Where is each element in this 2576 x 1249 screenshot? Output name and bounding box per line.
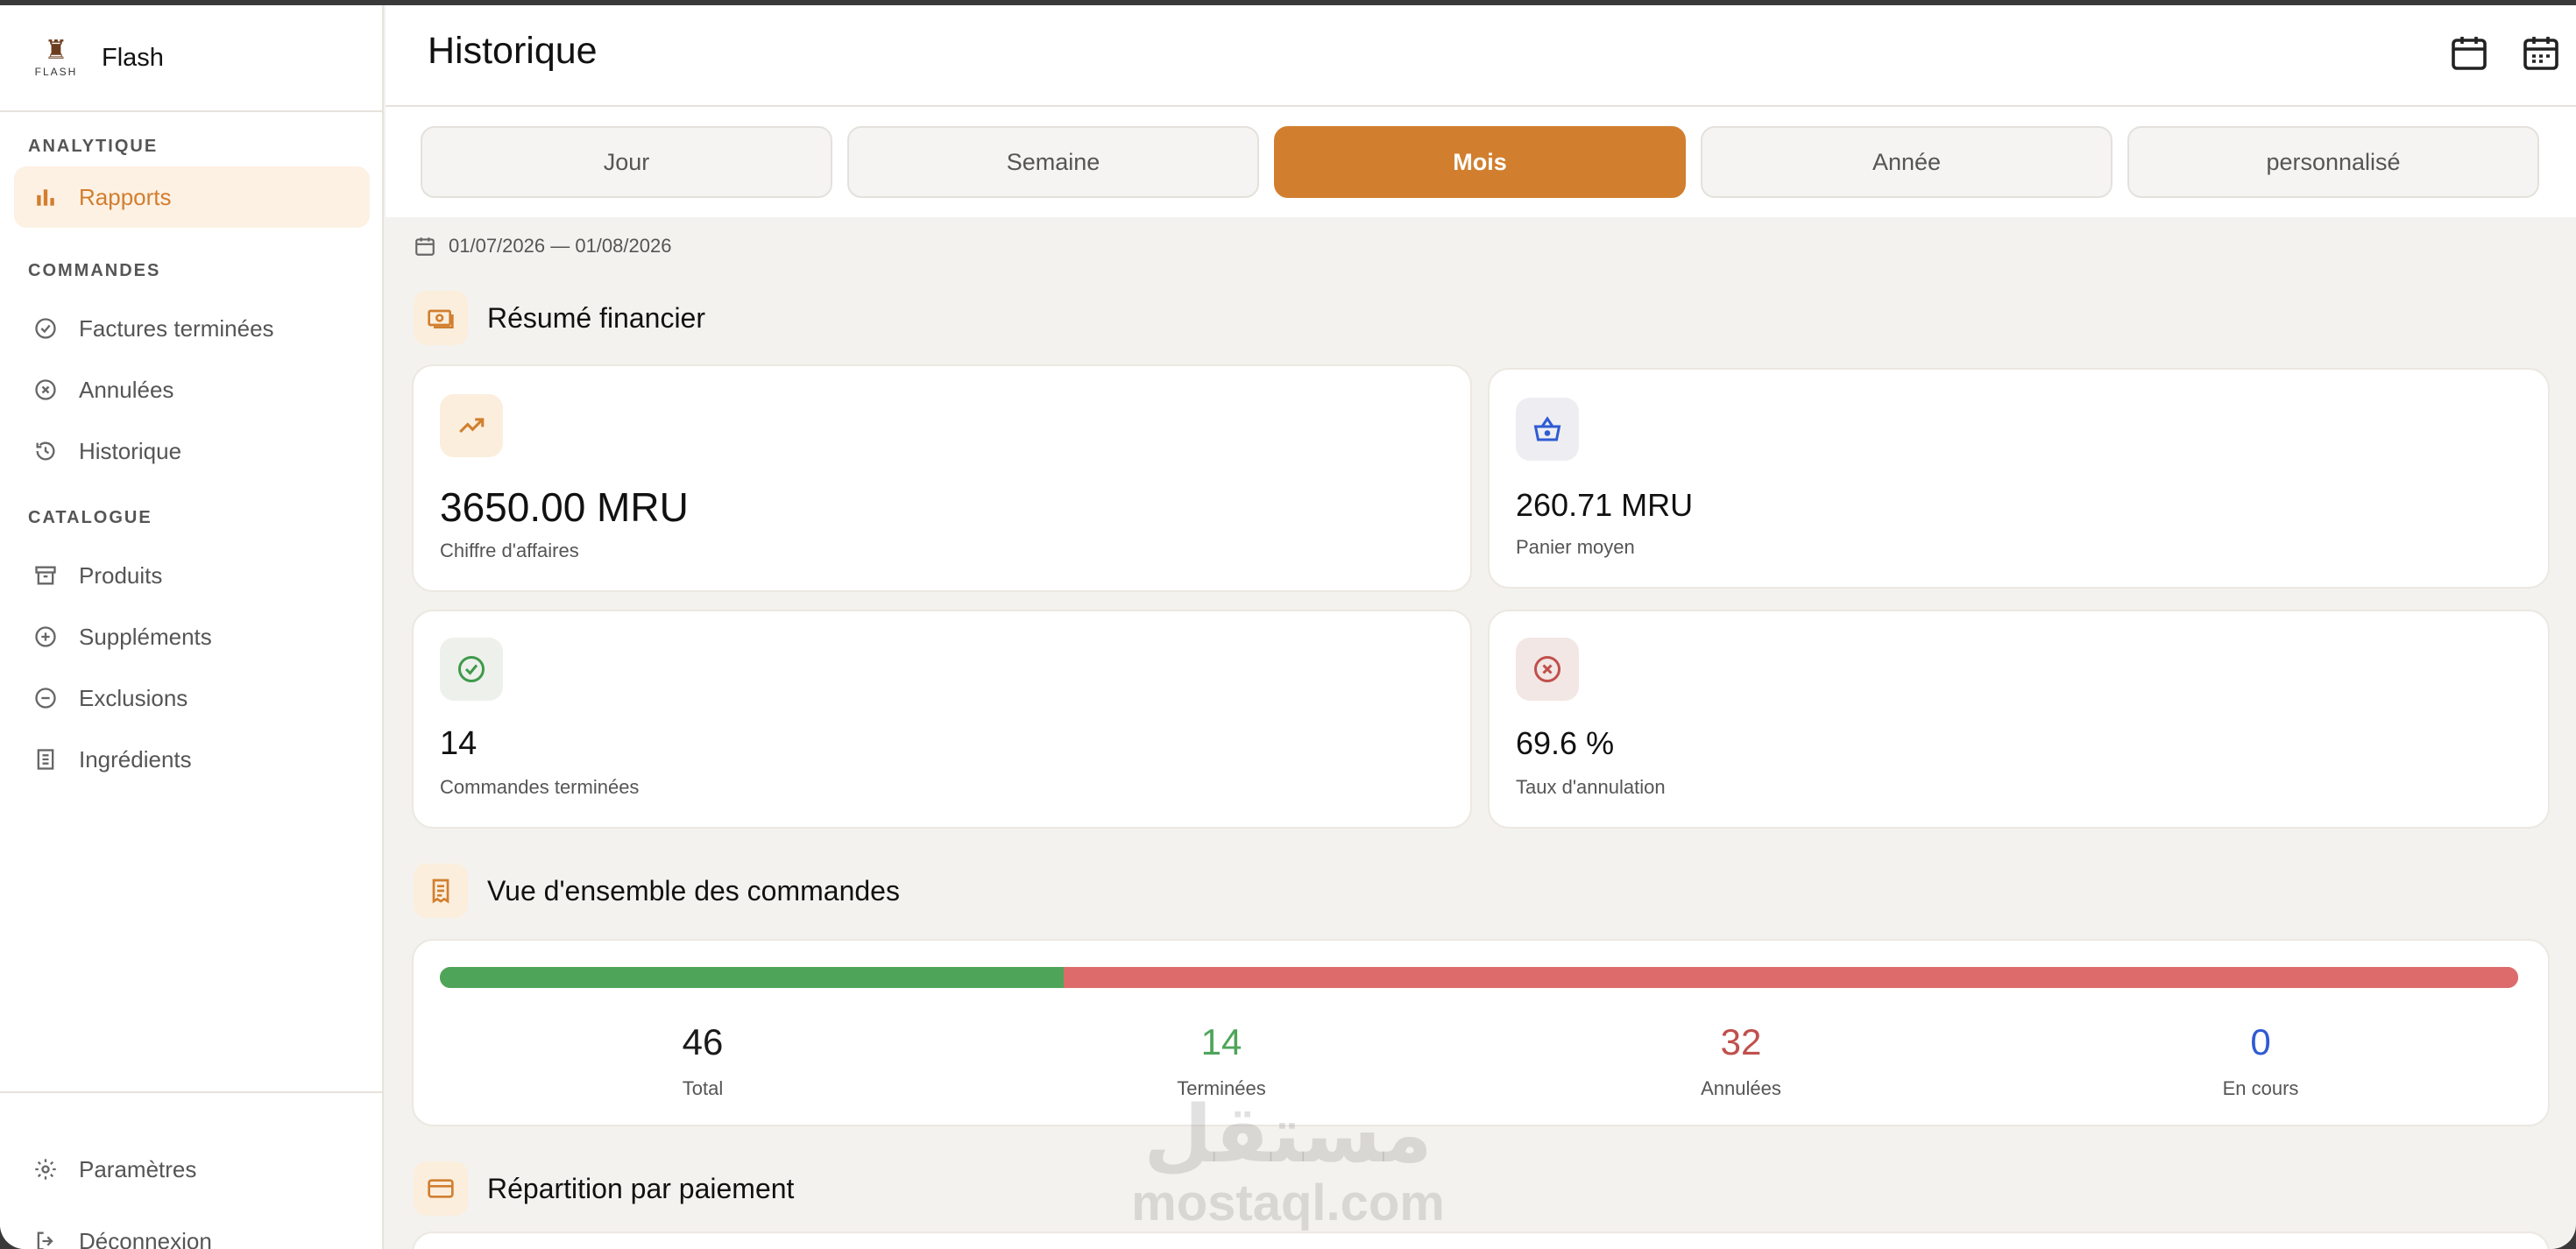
stat-annulees: 32 Annulées — [1610, 1021, 1872, 1100]
stat-value: 46 — [682, 1021, 724, 1062]
calendar-range-icon[interactable] — [2520, 32, 2562, 74]
sidebar: ♜ FLASH Flash ANALYTIQUE Rapports COMMAN… — [0, 5, 384, 1249]
tab-personnalise[interactable]: personnalisé — [2127, 126, 2539, 198]
stat-terminees: 14 Terminées — [1090, 1021, 1353, 1100]
average-basket-card: 260.71 MRU Panier moyen — [1488, 368, 2550, 589]
sidebar-item-label: Exclusions — [79, 684, 188, 711]
sidebar-item-label: Annulées — [79, 376, 174, 403]
average-basket-value: 260.71 MRU — [1516, 487, 1694, 523]
completed-orders-value: 14 — [440, 725, 478, 762]
orders-progress-bar — [440, 967, 2518, 988]
trending-up-icon — [440, 394, 503, 457]
money-icon — [414, 291, 468, 345]
check-circle-icon — [32, 314, 60, 342]
stat-value: 14 — [1200, 1021, 1242, 1062]
sidebar-item-ingredients[interactable]: Ingrédients — [14, 729, 370, 790]
sidebar-item-supplements[interactable]: Suppléments — [14, 606, 370, 667]
sidebar-item-label: Paramètres — [79, 1155, 197, 1182]
history-icon — [32, 437, 60, 465]
sidebar-item-exclusions[interactable]: Exclusions — [14, 667, 370, 729]
logo-text: FLASH — [34, 66, 78, 78]
cancellation-rate-value: 69.6 % — [1516, 725, 1615, 761]
archive-icon — [32, 561, 60, 589]
sidebar-item-label: Déconnexion — [79, 1227, 212, 1249]
sidebar-item-label: Factures terminées — [79, 314, 274, 342]
revenue-label: Chiffre d'affaires — [440, 540, 579, 561]
section-title-analytique: ANALYTIQUE — [28, 137, 159, 156]
x-circle-icon — [32, 376, 60, 404]
stat-label: En cours — [2222, 1077, 2299, 1099]
plus-circle-icon — [32, 623, 60, 651]
cancellation-rate-label: Taux d'annulation — [1516, 776, 1666, 798]
logout-icon — [32, 1227, 60, 1249]
basket-icon — [1516, 398, 1579, 461]
revenue-card: 3650.00 MRU Chiffre d'affaires — [412, 364, 1472, 592]
brand[interactable]: ♜ FLASH Flash — [0, 5, 382, 112]
bar-chart-icon — [32, 183, 60, 211]
section-title-commandes: COMMANDES — [28, 261, 161, 280]
sidebar-footer: Paramètres Déconnexion — [0, 1091, 384, 1249]
completed-orders-card: 14 Commandes terminées — [412, 610, 1472, 829]
sidebar-item-annulees[interactable]: Annulées — [14, 359, 370, 420]
sidebar-item-label: Suppléments — [79, 623, 212, 650]
period-tabs: Jour Semaine Mois Année personnalisé — [386, 107, 2576, 217]
stat-value: 0 — [2250, 1021, 2271, 1062]
page-title: Historique — [428, 30, 598, 72]
average-basket-label: Panier moyen — [1516, 536, 1635, 558]
tab-annee[interactable]: Année — [1701, 126, 2112, 198]
sidebar-item-parametres[interactable]: Paramètres — [14, 1139, 370, 1200]
app-name: Flash — [102, 43, 164, 72]
app-window: ♜ FLASH Flash ANALYTIQUE Rapports COMMAN… — [0, 5, 2576, 1249]
sidebar-item-label: Historique — [79, 437, 182, 464]
completed-segment — [440, 967, 1064, 988]
top-header: Historique — [386, 5, 2576, 107]
watermark-latin: mostaql.com — [1131, 1175, 1445, 1231]
x-circle-icon — [1516, 638, 1579, 701]
logo-glyph-icon: ♜ — [44, 35, 68, 66]
stat-label: Terminées — [1177, 1077, 1266, 1099]
payment-card — [412, 1231, 2550, 1249]
stat-value: 32 — [1720, 1021, 1762, 1062]
stat-en-cours: 0 En cours — [2129, 1021, 2392, 1100]
payment-section-header: Répartition par paiement — [414, 1161, 794, 1216]
payment-section-title: Répartition par paiement — [487, 1172, 795, 1204]
sidebar-item-deconnexion[interactable]: Déconnexion — [14, 1210, 370, 1249]
financial-section-title: Résumé financier — [487, 301, 705, 334]
stat-label: Total — [682, 1077, 724, 1099]
sidebar-item-label: Rapports — [79, 183, 172, 210]
gear-icon — [32, 1155, 60, 1183]
financial-section-header: Résumé financier — [414, 291, 705, 345]
tab-semaine[interactable]: Semaine — [847, 126, 1259, 198]
minus-circle-icon — [32, 684, 60, 712]
tab-jour[interactable]: Jour — [421, 126, 832, 198]
overview-section-header: Vue d'ensemble des commandes — [414, 864, 900, 918]
app-logo: ♜ FLASH — [32, 33, 81, 82]
credit-card-icon — [414, 1161, 468, 1216]
stat-label: Annulées — [1701, 1077, 1781, 1099]
list-icon — [32, 745, 60, 773]
cancelled-segment — [1063, 967, 2518, 988]
sidebar-item-produits[interactable]: Produits — [14, 545, 370, 606]
sidebar-item-rapports[interactable]: Rapports — [14, 166, 370, 228]
overview-section-title: Vue d'ensemble des commandes — [487, 874, 900, 907]
tab-mois[interactable]: Mois — [1274, 126, 1686, 198]
calendar-icon[interactable] — [2448, 32, 2490, 74]
revenue-value: 3650.00 MRU — [440, 484, 689, 530]
sidebar-item-factures[interactable]: Factures terminées — [14, 298, 370, 359]
sidebar-item-label: Ingrédients — [79, 745, 192, 773]
sidebar-item-historique[interactable]: Historique — [14, 420, 370, 482]
section-title-catalogue: CATALOGUE — [28, 508, 152, 527]
calendar-small-icon — [414, 235, 436, 258]
date-range-text: 01/07/2026 — 01/08/2026 — [449, 235, 672, 257]
date-range: 01/07/2026 — 01/08/2026 — [414, 235, 671, 258]
stat-total: 46 Total — [571, 1021, 834, 1100]
receipt-icon — [414, 864, 468, 918]
check-circle-icon — [440, 638, 503, 701]
cancellation-rate-card: 69.6 % Taux d'annulation — [1488, 610, 2550, 829]
sidebar-item-label: Produits — [79, 561, 163, 589]
completed-orders-label: Commandes terminées — [440, 776, 640, 798]
orders-overview-card: 46 Total 14 Terminées 32 Annulées 0 En c… — [412, 939, 2550, 1126]
